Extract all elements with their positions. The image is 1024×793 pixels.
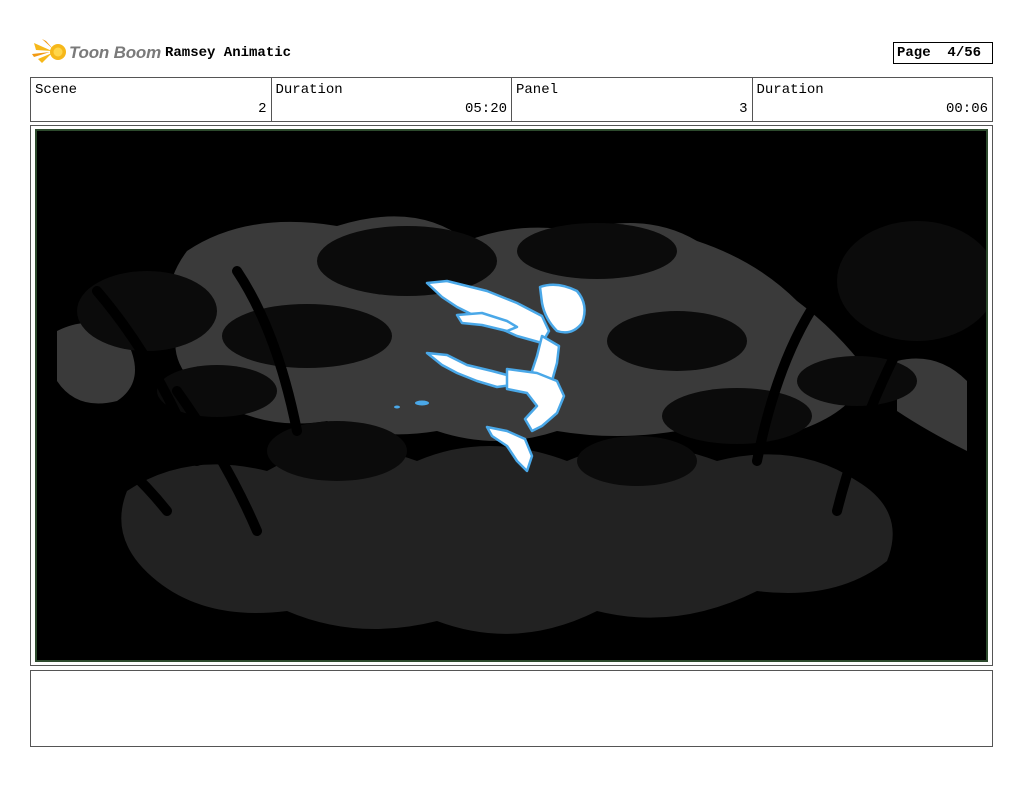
scene-cell: Scene 2 [31, 78, 272, 121]
page-number: 4/56 [947, 45, 982, 61]
scene-duration-label: Duration [275, 82, 343, 98]
scene-duration-cell: Duration 05:20 [272, 78, 512, 121]
small-blue-mark [415, 400, 429, 406]
scene-value: 2 [258, 101, 267, 117]
page-indicator: Page 4/56 [893, 42, 993, 64]
small-blue-dot [394, 405, 400, 409]
panel-duration-value: 00:06 [945, 101, 988, 117]
page-header: Toon Boom Ramsey Animatic Page 4/56 [30, 36, 993, 70]
toon-boom-logo: Toon Boom [32, 37, 161, 67]
scene-duration-value: 05:20 [464, 101, 507, 117]
panel-value: 3 [739, 101, 748, 117]
panel-label: Panel [516, 82, 559, 98]
panel-duration-label: Duration [756, 82, 824, 98]
brand-name: Toon Boom [69, 43, 161, 62]
starburst-icon [32, 39, 66, 63]
project-title: Ramsey Animatic [165, 45, 292, 61]
panel-cell: Panel 3 [512, 78, 753, 121]
page-label: Page [897, 45, 931, 61]
panel-drawing [37, 131, 986, 660]
storyboard-panel-image [35, 129, 988, 662]
panel-info-row: Scene 2 Duration 05:20 Panel 3 Duration … [30, 77, 993, 122]
panel-notes-box [30, 670, 993, 747]
panel-frame [30, 125, 993, 666]
scene-label: Scene [35, 82, 78, 98]
panel-duration-cell: Duration 00:06 [753, 78, 993, 121]
